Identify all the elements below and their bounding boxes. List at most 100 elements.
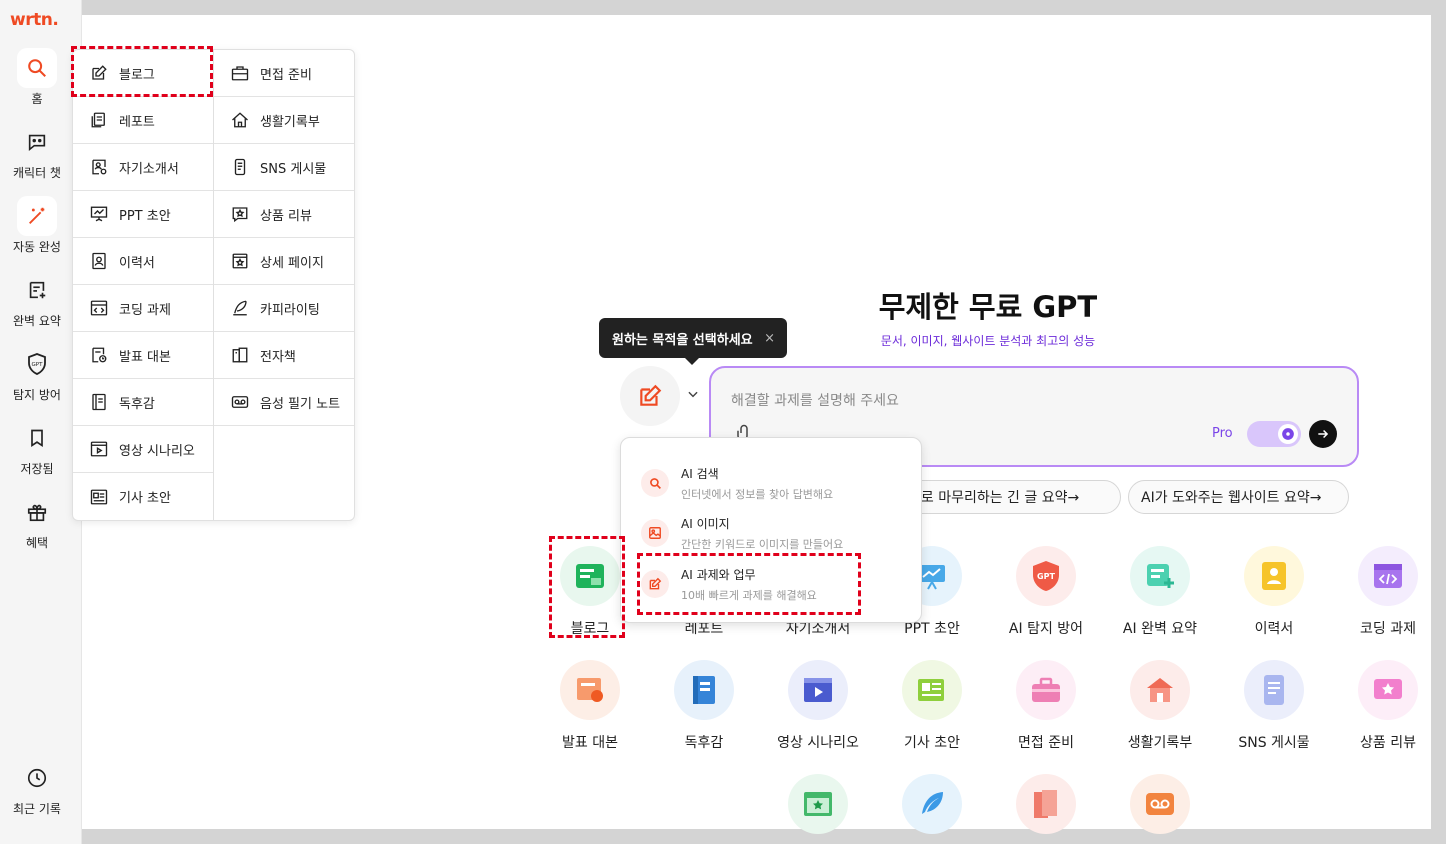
school-icon <box>231 111 249 129</box>
submenu-item-book-report[interactable]: 독후감 <box>73 379 214 426</box>
chip-label: AI가 도와주는 웹사이트 요약→ <box>1141 490 1322 506</box>
highlight-box-submenu-blog <box>71 46 213 97</box>
tool-interview-prep[interactable]: 면접 준비 <box>991 660 1101 752</box>
newspaper-icon <box>90 488 108 506</box>
submenu-item-sns[interactable]: SNS 게시물 <box>214 144 354 191</box>
mode-select-button[interactable] <box>620 366 680 426</box>
submenu-item-article-draft[interactable]: 기사 초안 <box>73 473 214 520</box>
tool-ebook[interactable] <box>991 774 1101 844</box>
tool-video-scenario[interactable]: 영상 시나리오 <box>763 660 873 752</box>
submenu-item-resume[interactable]: 이력서 <box>73 238 214 285</box>
presentation-icon <box>560 660 620 720</box>
purpose-tooltip: 원하는 목적을 선택하세요 × <box>599 318 787 365</box>
submenu-item-label: 음성 필기 노트 <box>260 396 341 412</box>
svg-text:GPT: GPT <box>1037 572 1055 581</box>
pro-atom-icon <box>1282 428 1294 440</box>
video-icon <box>788 660 848 720</box>
submenu-item-presentation-script[interactable]: 발표 대본 <box>73 332 214 379</box>
tool-school-record[interactable]: 생활기록부 <box>1105 660 1215 752</box>
submenu-item-label: 자기소개서 <box>119 161 179 177</box>
sidebar-item-summary[interactable]: 완벽 요약 <box>0 270 74 329</box>
review-star-icon <box>231 205 249 223</box>
submenu-item-copywriting[interactable]: 카피라이팅 <box>214 285 354 332</box>
gpt-shield-icon: GPT <box>17 344 57 384</box>
submenu-item-label: 영상 시나리오 <box>119 443 195 459</box>
dropdown-item-ai-search[interactable]: AI 검색 인터넷에서 정보를 찾아 답변해요 <box>641 465 833 502</box>
profile-doc-icon <box>90 158 108 176</box>
tool-book-report[interactable]: 독후감 <box>649 660 759 752</box>
suggestion-chip-website-summary[interactable]: AI가 도와주는 웹사이트 요약→ <box>1128 480 1349 514</box>
submenu-item-video-scenario[interactable]: 영상 시나리오 <box>73 426 214 473</box>
tool-label: 생활기록부 <box>1127 735 1193 751</box>
wrtn-logo[interactable]: wrtn. <box>10 10 59 30</box>
tool-detail-page[interactable] <box>763 774 873 844</box>
submenu-item-voice-note[interactable]: 음성 필기 노트 <box>214 379 354 426</box>
sidebar-item-home[interactable]: 홈 <box>0 48 74 107</box>
prompt-placeholder[interactable]: 해결할 과제를 설명해 주세요 <box>731 390 899 410</box>
submenu-item-report[interactable]: 레포트 <box>73 97 214 144</box>
detail-page-icon <box>231 252 249 270</box>
arrow-right-icon <box>1318 429 1329 439</box>
tool-label: 자기소개서 <box>785 621 851 637</box>
tool-ai-detection-defense[interactable]: GPT AI 탐지 방어 <box>991 546 1101 638</box>
tool-voice-note[interactable] <box>1105 774 1215 844</box>
submenu-item-product-review[interactable]: 상품 리뷰 <box>214 191 354 238</box>
tool-label: 독후감 <box>684 735 724 751</box>
dropdown-item-desc: 인터넷에서 정보를 찾아 답변해요 <box>681 488 834 501</box>
tool-resume[interactable]: 이력서 <box>1219 546 1329 638</box>
sidebar-item-saved[interactable]: 저장됨 <box>0 418 74 477</box>
submenu-item-label: 카피라이팅 <box>260 302 320 318</box>
submenu-item-school-record[interactable]: 생활기록부 <box>214 97 354 144</box>
tool-sns-post[interactable]: SNS 게시물 <box>1219 660 1329 752</box>
phone-icon <box>1244 660 1304 720</box>
submenu-left-column: 블로그 레포트 자기소개서 PPT 초안 이력서 코딩 과제 발표 대본 독후감… <box>73 50 214 520</box>
search-icon <box>17 48 57 88</box>
summary-icon <box>17 270 57 310</box>
code-window-icon <box>90 299 108 317</box>
sidebar-item-label: 캐릭터 챗 <box>13 166 61 180</box>
detail-page-icon <box>788 774 848 834</box>
tool-presentation-script[interactable]: 발표 대본 <box>535 660 645 752</box>
pro-toggle[interactable] <box>1247 421 1301 447</box>
submenu-item-label: 전자책 <box>260 349 296 365</box>
submenu-item-interview[interactable]: 면접 준비 <box>214 50 354 97</box>
submenu-item-label: 상세 페이지 <box>260 255 324 271</box>
sidebar-item-recent[interactable]: 최근 기록 <box>0 758 74 817</box>
submenu-item-ppt[interactable]: PPT 초안 <box>73 191 214 238</box>
bookmark-icon <box>17 418 57 458</box>
book-icon <box>674 660 734 720</box>
tool-article-draft[interactable]: 기사 초안 <box>877 660 987 752</box>
clock-icon <box>17 758 57 798</box>
sidebar-item-detection-defense[interactable]: GPT 탐지 방어 <box>0 344 74 403</box>
submenu-item-self-intro[interactable]: 자기소개서 <box>73 144 214 191</box>
submenu-item-label: 발표 대본 <box>119 349 171 365</box>
highlight-box-tool-blog <box>549 536 625 638</box>
school-icon <box>1130 660 1190 720</box>
tool-copywriting[interactable] <box>877 774 987 844</box>
send-button[interactable] <box>1309 420 1337 448</box>
sidebar-item-benefits[interactable]: 혜택 <box>0 492 74 551</box>
submenu-item-label: 면접 준비 <box>260 67 312 83</box>
page-title: 무제한 무료 GPT <box>878 290 1098 324</box>
submenu-item-ebook[interactable]: 전자책 <box>214 332 354 379</box>
suggestion-chip-long-summary[interactable]: 으로 마무리하는 긴 글 요약→ <box>895 480 1121 514</box>
submenu-item-coding[interactable]: 코딩 과제 <box>73 285 214 332</box>
phone-icon <box>231 158 249 176</box>
submenu-item-detail-page[interactable]: 상세 페이지 <box>214 238 354 285</box>
tool-label: SNS 게시물 <box>1238 735 1310 751</box>
pen-icon <box>231 299 249 317</box>
sidebar-item-character-chat[interactable]: 캐릭터 챗 <box>0 122 74 181</box>
close-icon[interactable]: × <box>764 331 775 346</box>
sidebar-item-autocomplete[interactable]: 자동 완성 <box>0 196 74 255</box>
tool-label: 이력서 <box>1254 621 1294 637</box>
documents-icon <box>90 111 108 129</box>
submenu-item-label: 이력서 <box>119 255 155 271</box>
chevron-down-icon[interactable] <box>686 386 700 405</box>
tool-coding-assignment[interactable]: 코딩 과제 <box>1333 546 1443 638</box>
dropdown-item-title: AI 이미지 <box>681 517 730 531</box>
ebook-icon <box>1016 774 1076 834</box>
tool-ai-summary[interactable]: AI 완벽 요약 <box>1105 546 1215 638</box>
dropdown-item-ai-image[interactable]: AI 이미지 간단한 키워드로 이미지를 만들어요 <box>641 515 843 552</box>
tool-product-review[interactable]: 상품 리뷰 <box>1333 660 1443 752</box>
presentation-board-icon <box>90 205 108 223</box>
